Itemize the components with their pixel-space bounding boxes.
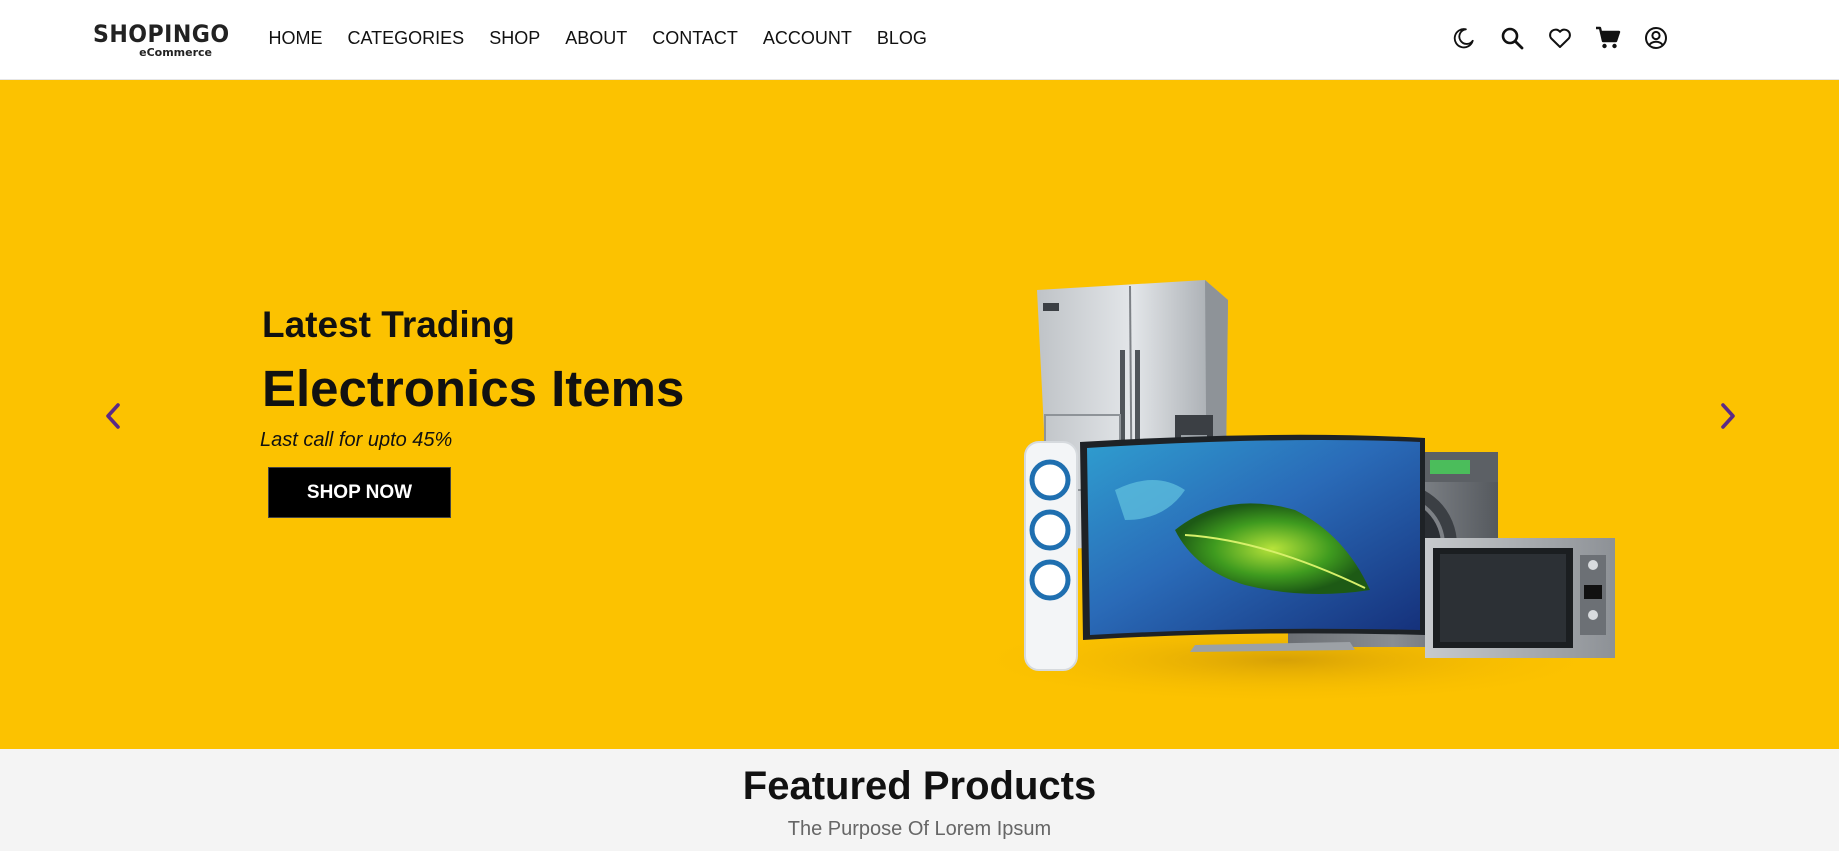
site-header: SHOPINGO eCommerce HOME CATEGORIES SHOP …: [0, 0, 1839, 80]
moon-icon[interactable]: [1450, 24, 1478, 52]
header-icon-group: [1450, 22, 1690, 54]
hero-offer-text: Last call for upto 45%: [260, 429, 453, 451]
cart-icon[interactable]: [1594, 24, 1622, 52]
nav-item-about[interactable]: ABOUT: [553, 27, 640, 49]
brand-name: SHOPINGO: [93, 20, 230, 48]
brand-tagline: eCommerce: [139, 46, 212, 59]
shop-now-button[interactable]: SHOP NOW: [268, 467, 451, 518]
featured-products-section: Featured Products The Purpose Of Lorem I…: [0, 749, 1839, 851]
hero-electronics-image: 9: [955, 280, 1615, 700]
hero-subtitle: Latest Trading: [262, 304, 515, 345]
nav-item-categories[interactable]: CATEGORIES: [335, 27, 477, 49]
chevron-right-icon: [1721, 403, 1735, 429]
hero-banner: Latest Trading Electronics Items Last ca…: [0, 80, 1839, 749]
nav-item-home[interactable]: HOME: [256, 27, 335, 49]
featured-title: Featured Products: [742, 764, 1097, 808]
chevron-left-icon: [106, 403, 120, 429]
hero-title: Electronics Items: [262, 360, 685, 417]
carousel-next-button[interactable]: [1713, 398, 1743, 434]
main-nav: HOME CATEGORIES SHOP ABOUT CONTACT ACCOU…: [256, 27, 939, 49]
user-icon[interactable]: [1642, 24, 1670, 52]
featured-subtitle: The Purpose Of Lorem Ipsum: [787, 818, 1052, 840]
nav-item-contact[interactable]: CONTACT: [640, 27, 751, 49]
brand-logo[interactable]: SHOPINGO eCommerce: [93, 20, 229, 62]
heart-icon[interactable]: [1546, 24, 1574, 52]
nav-item-blog[interactable]: BLOG: [864, 27, 939, 49]
nav-item-shop[interactable]: SHOP: [477, 27, 553, 49]
nav-item-account[interactable]: ACCOUNT: [750, 27, 864, 49]
search-icon[interactable]: [1498, 24, 1526, 52]
carousel-prev-button[interactable]: [98, 398, 128, 434]
